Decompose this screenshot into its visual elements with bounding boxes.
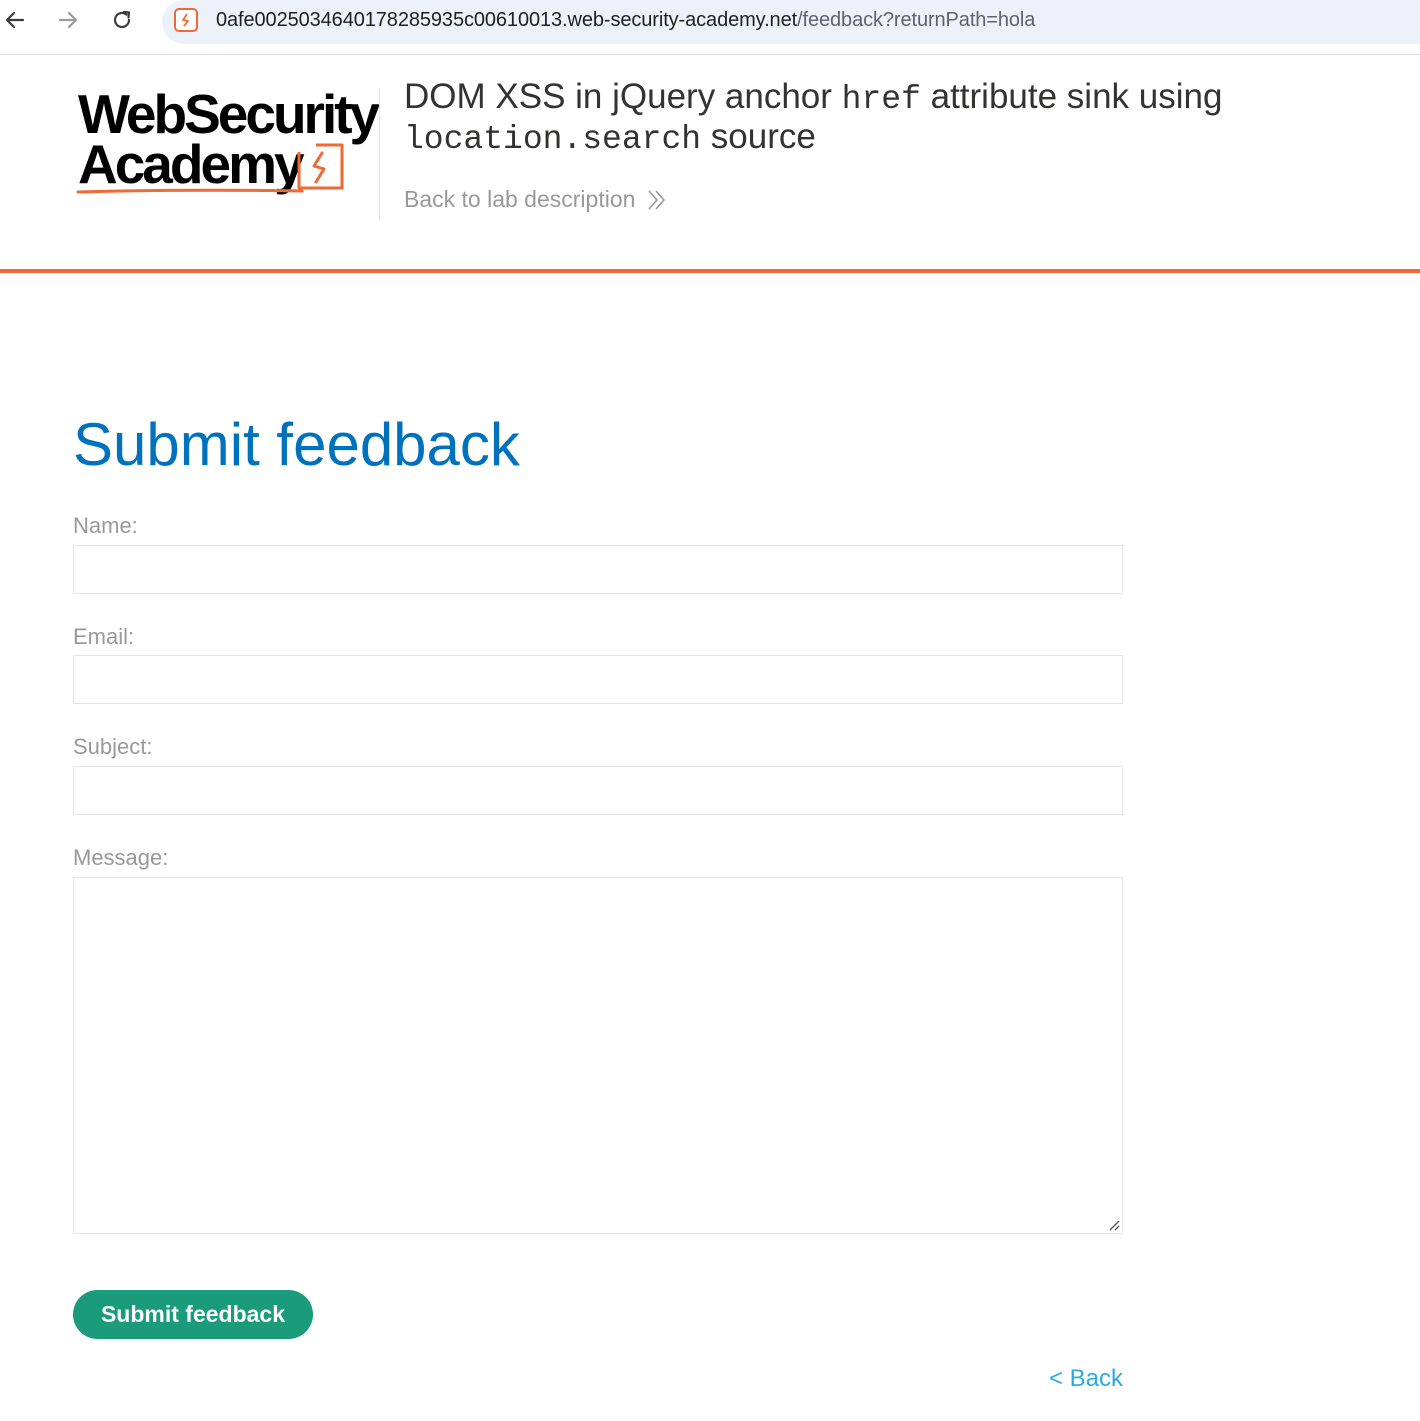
- lab-title-text: DOM XSS in jQuery anchor: [404, 77, 842, 116]
- address-bar[interactable]: 0afe0025034640178285935c00610013.web-sec…: [162, 0, 1420, 44]
- site-favicon-icon: [174, 8, 198, 32]
- subject-label: Subject:: [73, 734, 153, 759]
- back-to-lab-description-link[interactable]: Back to lab description: [404, 186, 667, 213]
- submit-feedback-button[interactable]: Submit feedback: [73, 1290, 313, 1339]
- name-label: Name:: [73, 513, 138, 538]
- page-title: Submit feedback: [73, 411, 520, 478]
- lab-title-text: source: [701, 117, 816, 156]
- lab-title-text: attribute sink using: [920, 77, 1223, 116]
- header-divider: [379, 88, 380, 220]
- back-link[interactable]: < Back: [1049, 1365, 1123, 1393]
- back-to-lab-label: Back to lab description: [404, 186, 636, 212]
- lab-title-code-location: location.search: [404, 121, 702, 158]
- logo-underline-icon: [76, 188, 304, 194]
- lab-title-code-href: href: [841, 81, 921, 118]
- logo-bolt-icon: [297, 143, 344, 190]
- name-field[interactable]: [73, 545, 1123, 594]
- double-chevron-right-icon: [648, 189, 666, 210]
- web-security-academy-logo[interactable]: WebSecurity Academy: [76, 86, 380, 198]
- url-domain: 0afe0025034640178285935c00610013.web-sec…: [216, 9, 798, 31]
- resize-grip-icon[interactable]: [1108, 1219, 1120, 1231]
- forward-arrow-icon[interactable]: [53, 4, 83, 36]
- url-path: /feedback?returnPath=hola: [797, 9, 1036, 31]
- email-field[interactable]: [73, 655, 1123, 704]
- header-accent-rule: [0, 269, 1420, 273]
- back-arrow-icon[interactable]: [0, 4, 30, 36]
- lab-title: DOM XSS in jQuery anchor href attribute …: [404, 78, 1384, 158]
- email-label: Email:: [73, 624, 135, 649]
- message-textarea[interactable]: [73, 877, 1123, 1234]
- reload-icon[interactable]: [107, 4, 137, 36]
- browser-toolbar: 0afe0025034640178285935c00610013.web-sec…: [0, 0, 1420, 55]
- lab-header: WebSecurity Academy DOM XSS in jQuery an…: [0, 56, 1420, 270]
- url-text: 0afe0025034640178285935c00610013.web-sec…: [216, 9, 1035, 32]
- subject-field[interactable]: [73, 766, 1123, 815]
- message-label: Message:: [73, 845, 169, 870]
- logo-line2: Academy: [78, 133, 305, 195]
